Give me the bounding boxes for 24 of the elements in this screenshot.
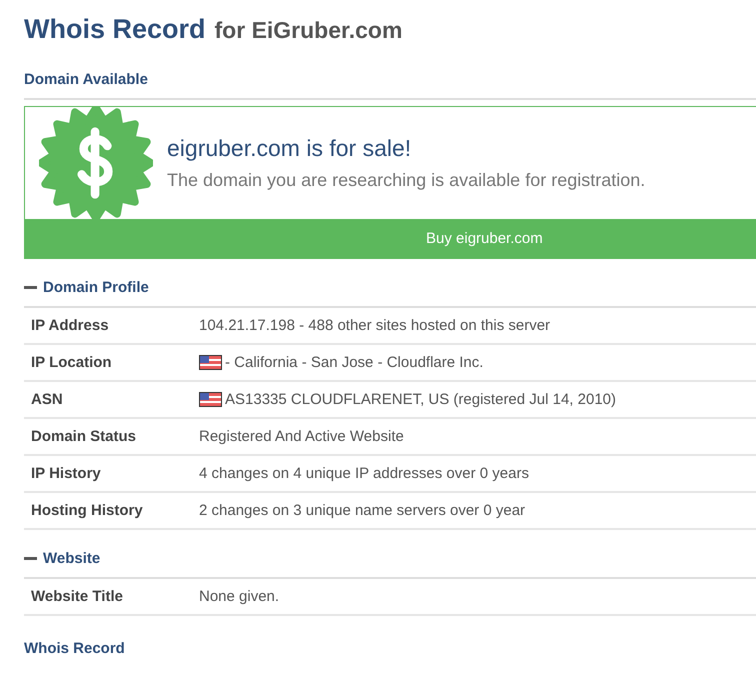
row-label: Website Title <box>31 588 124 605</box>
row-value: None given. <box>199 588 280 605</box>
row-value: AS13335 CLOUDFLARENET, US (registered Jul 14, 2010) <box>225 391 616 408</box>
row-value: 4 changes on 4 unique IP addresses over 0 years <box>199 465 529 482</box>
row-label: Hosting History <box>31 502 144 519</box>
domain-name: for EiGruber.com <box>214 17 402 44</box>
section-heading: Whois Record <box>24 640 126 657</box>
page-title: Whois Record <box>24 14 206 45</box>
section-title[interactable]: Website <box>43 550 100 567</box>
section-title[interactable]: Domain Profile <box>43 279 149 296</box>
row-label: IP History <box>31 465 102 482</box>
row-label: IP Location <box>31 354 113 371</box>
row-value: 2 changes on 3 unique name servers over 0 year <box>199 502 526 519</box>
sale-message: The domain you are researching is available for registration. <box>167 170 646 191</box>
flag-icon <box>199 392 222 407</box>
row-label: Domain Status <box>31 428 138 445</box>
row-label: IP Address <box>31 317 110 334</box>
row-value: 104.21.17.198 - 488 other sites hosted on this server <box>199 317 550 334</box>
row-value: - California - San Jose - Cloudflare Inc. <box>225 354 484 371</box>
flag-icon <box>199 355 222 370</box>
sale-headline: eigruber.com is for sale! <box>167 135 412 162</box>
row-label: ASN <box>31 391 64 408</box>
row-value: Registered And Active Website <box>199 428 404 445</box>
section-heading: Domain Available <box>24 71 756 100</box>
